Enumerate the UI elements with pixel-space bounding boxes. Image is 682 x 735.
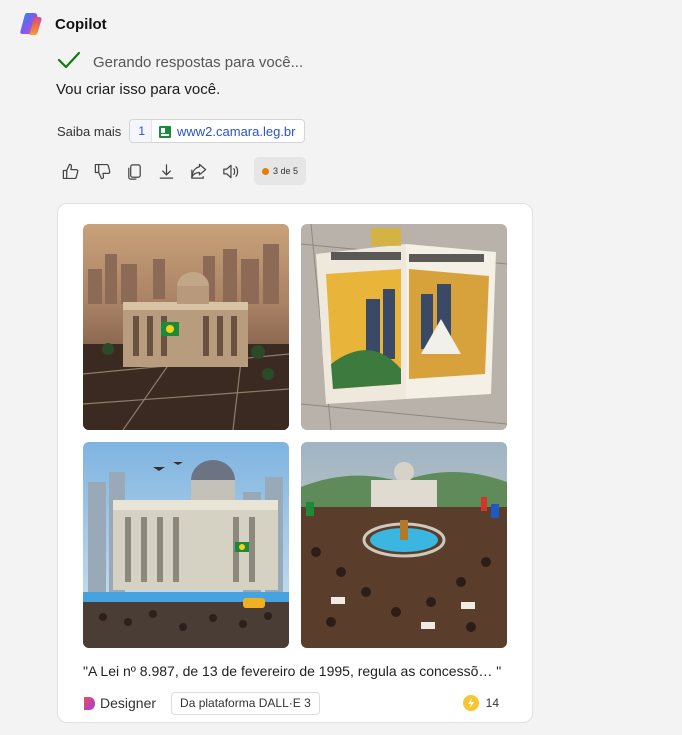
- designer-icon: [83, 696, 96, 711]
- app-title: Copilot: [55, 15, 107, 33]
- share-icon: [191, 163, 207, 179]
- learn-more-label: Saiba mais: [57, 123, 122, 139]
- generated-image-3[interactable]: [83, 442, 289, 648]
- boost-count: 14: [485, 696, 499, 710]
- image-result-card: "A Lei nº 8.987, de 13 de fevereiro de 1…: [57, 203, 533, 723]
- download-icon: [159, 163, 174, 179]
- read-aloud-button[interactable]: [220, 158, 241, 184]
- copilot-logo-icon: [19, 11, 45, 37]
- checkmark-icon: [57, 50, 81, 75]
- generated-image-1[interactable]: [83, 224, 289, 430]
- copy-icon: [128, 163, 141, 180]
- designer-link[interactable]: Designer: [83, 695, 156, 711]
- message-actions: 3 de 5: [60, 157, 307, 185]
- share-button[interactable]: [188, 158, 209, 184]
- designer-label: Designer: [100, 695, 157, 711]
- speaker-icon: [223, 164, 239, 178]
- source-number: 1: [130, 120, 152, 142]
- boost-bolt-icon: [462, 695, 479, 711]
- image-card-footer: Designer Da plataforma DALL·E 3 14: [83, 691, 508, 715]
- learn-more: Saiba mais 1 www2.camara.leg.br: [57, 119, 305, 143]
- assistant-reply: Vou criar isso para você.: [56, 81, 221, 98]
- thumbs-down-icon: [94, 163, 111, 179]
- download-button[interactable]: [156, 158, 177, 184]
- like-button[interactable]: [60, 158, 81, 184]
- generated-image-4[interactable]: [301, 442, 507, 648]
- status-dot: [262, 167, 269, 175]
- thumbs-up-icon: [62, 163, 79, 179]
- source-link[interactable]: 1 www2.camara.leg.br: [129, 119, 305, 143]
- favicon-camara-icon: [159, 125, 171, 138]
- image-caption: "A Lei nº 8.987, de 13 de fevereiro de 1…: [83, 663, 502, 679]
- generated-image-2[interactable]: [301, 224, 507, 430]
- boost-counter[interactable]: 14: [462, 695, 499, 711]
- status-text: Gerando respostas para você...: [93, 54, 304, 71]
- dislike-button[interactable]: [92, 158, 113, 184]
- app-header: Copilot: [19, 11, 107, 37]
- page-indicator-text: 3 de 5: [273, 166, 299, 176]
- platform-chip: Da plataforma DALL·E 3: [171, 691, 320, 715]
- generation-status: Gerando respostas para você...: [57, 50, 303, 75]
- image-grid: [83, 224, 508, 649]
- copy-button[interactable]: [124, 158, 145, 184]
- source-url: www2.camara.leg.br: [177, 123, 296, 139]
- response-page-indicator[interactable]: 3 de 5: [254, 157, 307, 185]
